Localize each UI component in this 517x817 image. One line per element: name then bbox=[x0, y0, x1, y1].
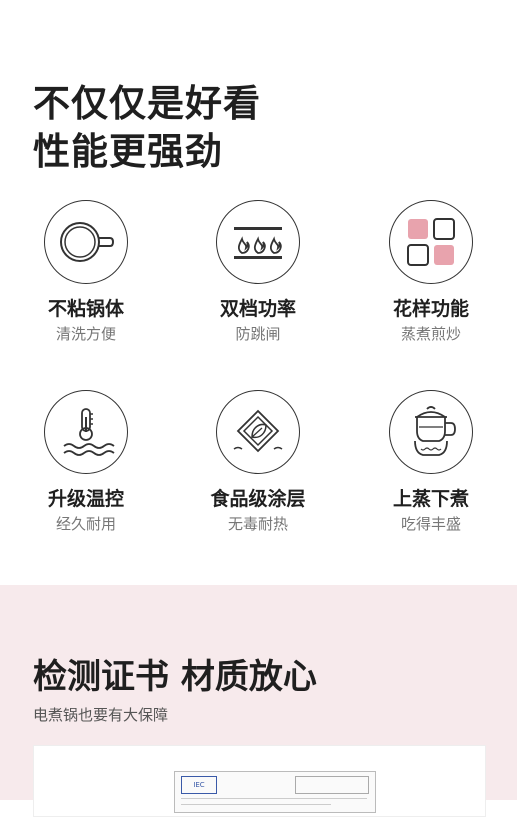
feature-subtitle: 清洗方便 bbox=[55, 325, 116, 343]
feature-title: 双档功率 bbox=[219, 298, 296, 320]
feature-subtitle: 无毒耐热 bbox=[227, 515, 288, 533]
feature-title: 升级温控 bbox=[47, 488, 124, 510]
feature-title: 食品级涂层 bbox=[210, 488, 306, 510]
leaf-shield-icon bbox=[216, 390, 300, 474]
feature-temperature: 升级温控 经久耐用 bbox=[0, 390, 172, 534]
headline-line-2: 性能更强劲 bbox=[33, 130, 223, 173]
iec-logo: IEC bbox=[181, 776, 217, 794]
grid-squares-icon bbox=[389, 200, 473, 284]
certificate-document: IEC bbox=[174, 771, 376, 813]
certification-title: 检测证书 材质放心 bbox=[33, 657, 317, 697]
feature-subtitle: 蒸煮煎炒 bbox=[400, 325, 461, 343]
feature-nonstick: 不粘锅体 清洗方便 bbox=[0, 200, 172, 344]
feature-title: 上蒸下煮 bbox=[392, 488, 469, 510]
feature-subtitle: 吃得丰盛 bbox=[400, 515, 461, 533]
feature-steam-boil: 上蒸下煮 吃得丰盛 bbox=[345, 390, 517, 534]
feature-subtitle: 防跳闸 bbox=[235, 325, 281, 343]
feature-title: 不粘锅体 bbox=[47, 298, 124, 320]
certificate-line bbox=[181, 804, 331, 805]
feature-title: 花样功能 bbox=[392, 298, 469, 320]
feature-subtitle: 经久耐用 bbox=[55, 515, 116, 533]
headline-line-1: 不仅仅是好看 bbox=[33, 82, 261, 125]
thermometer-icon bbox=[44, 390, 128, 474]
feature-food-grade-coating: 食品级涂层 无毒耐热 bbox=[172, 390, 344, 534]
feature-dual-power: 双档功率 防跳闸 bbox=[172, 200, 344, 344]
iec-logo-text: IEC bbox=[193, 781, 205, 789]
steamer-pot-icon bbox=[389, 390, 473, 474]
cup-icon bbox=[44, 200, 128, 284]
certification-subtitle: 电煮锅也要有大保障 bbox=[33, 706, 169, 724]
certificate-card: IEC bbox=[33, 745, 486, 817]
certificate-header-box bbox=[295, 776, 369, 794]
headline: 不仅仅是好看 性能更强劲 bbox=[33, 80, 261, 176]
flame-icon bbox=[216, 200, 300, 284]
certificate-line bbox=[181, 798, 367, 799]
feature-multi-function: 花样功能 蒸煮煎炒 bbox=[345, 200, 517, 344]
